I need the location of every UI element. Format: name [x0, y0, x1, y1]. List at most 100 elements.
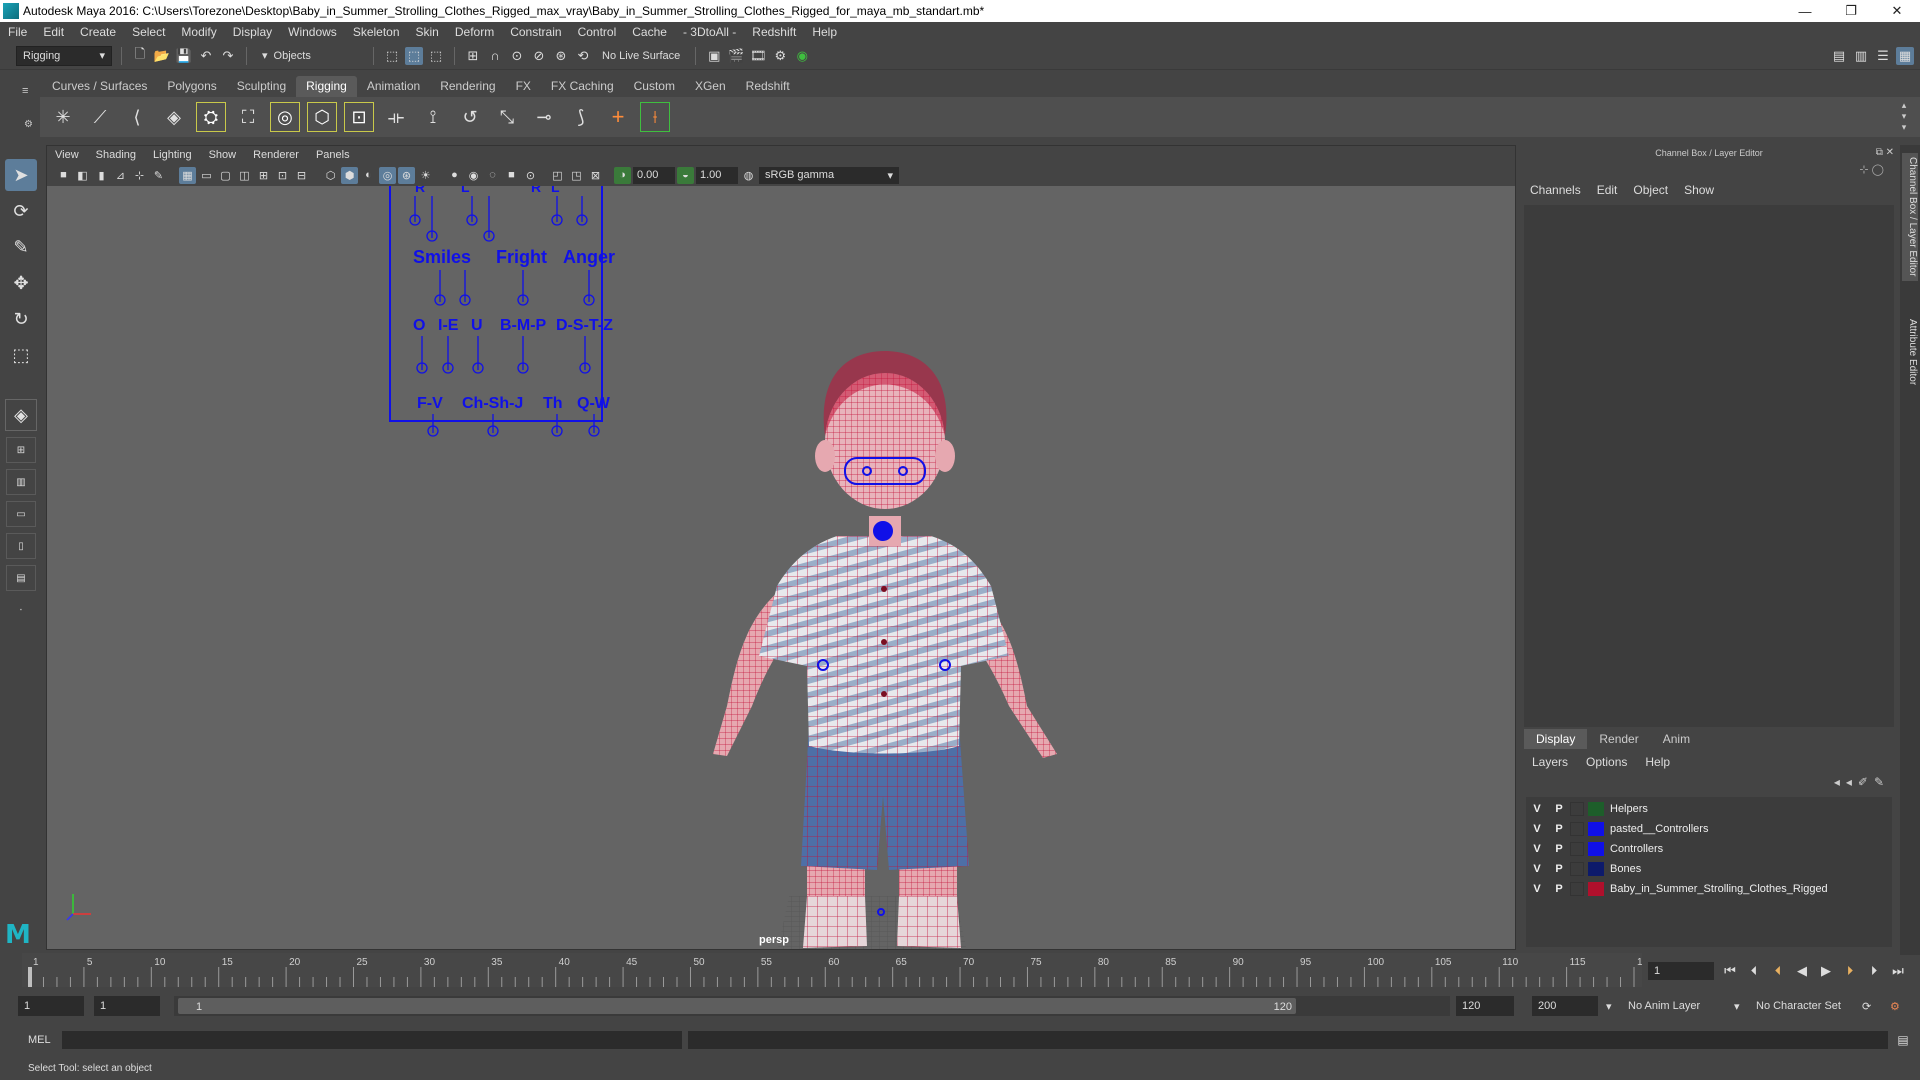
range-slider-handle[interactable]: 1 120 — [178, 998, 1296, 1014]
layer-menu-help[interactable]: Help — [1645, 755, 1670, 769]
menu-help[interactable]: Help — [812, 25, 837, 39]
shelf-tab-fx-caching[interactable]: FX Caching — [541, 76, 624, 97]
color-management-icon[interactable]: ◍ — [740, 167, 757, 184]
lasso-tool-icon[interactable]: ⟳ — [5, 195, 37, 227]
shelf-tab-custom[interactable]: Custom — [624, 76, 685, 97]
layer-color-swatch[interactable] — [1588, 822, 1604, 836]
shelf-tab-rendering[interactable]: Rendering — [430, 76, 505, 97]
snap-to-view-plane-icon[interactable]: ⊘ — [530, 47, 548, 65]
menu-cache[interactable]: Cache — [632, 25, 667, 39]
mel-command-input[interactable] — [62, 1031, 682, 1049]
range-slider[interactable]: 1 120 — [174, 996, 1450, 1016]
layer-display-type-toggle[interactable] — [1570, 802, 1584, 816]
step-forward-frame-icon[interactable]: ⏵ — [1840, 962, 1860, 980]
layer-visibility-toggle[interactable]: V — [1526, 863, 1548, 875]
pole-vector-constraint-icon[interactable]: ⟆ — [566, 102, 596, 132]
hypershade-icon[interactable]: ◉ — [793, 47, 811, 65]
layer-row[interactable]: V Ppasted__Controllers — [1526, 819, 1892, 839]
grid-icon[interactable]: ▦ — [179, 166, 196, 184]
safe-action-icon[interactable]: ⊡ — [274, 167, 291, 184]
playback-end-field[interactable]: 120 — [1456, 996, 1514, 1016]
layer-tab-anim[interactable]: Anim — [1651, 729, 1702, 749]
shelf-tab-fx[interactable]: FX — [506, 76, 541, 97]
layer-playback-toggle[interactable]: P — [1548, 823, 1570, 835]
redo-icon[interactable]: ↷ — [219, 47, 237, 65]
animation-start-field[interactable]: 1 — [18, 996, 84, 1016]
select-camera-icon[interactable]: ■ — [55, 167, 72, 184]
custom-layout-icon[interactable]: ⋅ — [6, 597, 36, 623]
select-by-object-type-icon[interactable]: ⬚ — [405, 46, 423, 65]
gate-mask-icon[interactable]: ◫ — [236, 167, 253, 184]
channel-box-menu-show[interactable]: Show — [1684, 183, 1714, 197]
paint-weights-icon[interactable]: ⊡ — [344, 102, 374, 132]
exposure-icon[interactable]: ◑ — [614, 166, 631, 184]
play-forwards-icon[interactable]: ▶ — [1816, 962, 1836, 980]
menu-display[interactable]: Display — [233, 25, 272, 39]
side-tab-channel-box[interactable]: Channel Box / Layer Editor — [1902, 153, 1918, 281]
shadows-icon[interactable]: ● — [446, 167, 463, 184]
paint-select-tool-icon[interactable]: ✎ — [5, 231, 37, 263]
face-sliders-row1[interactable] — [434, 270, 595, 306]
channel-box-menu-edit[interactable]: Edit — [1597, 183, 1618, 197]
new-scene-icon[interactable]: 🗋 — [131, 46, 149, 65]
layer-row[interactable]: V P Bones — [1526, 859, 1892, 879]
layer-tab-display[interactable]: Display — [1524, 729, 1588, 749]
animation-end-field[interactable]: 200 — [1532, 996, 1598, 1016]
current-time-indicator[interactable] — [28, 967, 32, 987]
persp-graph-layout-icon[interactable]: ▭ — [6, 501, 36, 527]
shelf-tab-xgen[interactable]: XGen — [685, 76, 736, 97]
shelf-settings-icon[interactable]: ⚙ — [24, 119, 33, 130]
save-scene-icon[interactable]: 💾 — [175, 47, 193, 65]
layer-color-swatch[interactable] — [1588, 802, 1604, 816]
layer-playback-toggle[interactable]: P — [1548, 863, 1570, 875]
chest-control[interactable] — [873, 521, 893, 541]
interactive-bind-icon[interactable]: ⬡ — [307, 102, 337, 132]
use-all-lights-icon[interactable]: ☀ — [417, 167, 434, 184]
layer-color-swatch[interactable] — [1588, 842, 1604, 856]
menu-modify[interactable]: Modify — [181, 25, 216, 39]
baby-character-model[interactable] — [713, 351, 1057, 948]
smooth-shade-icon[interactable]: ⬢ — [341, 166, 358, 184]
current-frame-field[interactable]: 1 — [1648, 962, 1714, 980]
channel-box-toggle-icon[interactable]: ▦ — [1896, 46, 1914, 65]
layer-display-type-toggle[interactable] — [1570, 882, 1584, 896]
shelf-tab-redshift[interactable]: Redshift — [736, 76, 800, 97]
viewport-menu-panels[interactable]: Panels — [316, 149, 350, 161]
select-by-hierarchy-icon[interactable]: ⬚ — [383, 47, 401, 65]
shelf-tab-sculpting[interactable]: Sculpting — [227, 76, 296, 97]
locator-icon[interactable]: + — [603, 102, 633, 132]
snap-to-point-icon[interactable]: ⊙ — [508, 47, 526, 65]
menu-select[interactable]: Select — [132, 25, 165, 39]
menu-skeleton[interactable]: Skeleton — [353, 25, 400, 39]
move-layer-up-icon[interactable]: ◂ — [1834, 775, 1840, 795]
face-sliders-row0[interactable] — [409, 196, 588, 242]
auto-key-icon[interactable]: ⟳ — [1862, 996, 1871, 1016]
script-editor-icon[interactable]: ▤ — [1894, 1031, 1912, 1049]
layer-display-type-toggle[interactable] — [1570, 822, 1584, 836]
step-back-key-icon[interactable]: ⏴ — [1744, 962, 1764, 980]
snap-to-curve-icon[interactable]: ∩ — [486, 47, 504, 65]
ik-handle-icon[interactable]: ⟋ — [85, 102, 115, 132]
go-to-start-icon[interactable]: ⏮ — [1720, 962, 1740, 980]
select-mode-dropdown[interactable]: ▾ Objects — [256, 45, 364, 66]
quick-rig-icon[interactable]: ⛶ — [233, 102, 263, 132]
viewport-menu-lighting[interactable]: Lighting — [153, 149, 192, 161]
channel-box-menu-channels[interactable]: Channels — [1530, 183, 1581, 197]
shelf-tab-animation[interactable]: Animation — [357, 76, 430, 97]
scale-tool-icon[interactable]: ⬚ — [5, 339, 37, 371]
create-empty-layer-icon[interactable]: ✐ — [1858, 775, 1868, 795]
rotate-tool-icon[interactable]: ↻ — [5, 303, 37, 335]
undo-icon[interactable]: ↶ — [197, 47, 215, 65]
menu-skin[interactable]: Skin — [416, 25, 439, 39]
select-by-component-icon[interactable]: ⬚ — [427, 47, 445, 65]
move-layer-down-icon[interactable]: ◂ — [1846, 775, 1852, 795]
wireframe-on-shaded-icon[interactable]: ◎ — [379, 166, 396, 184]
textured-icon[interactable]: ⊛ — [398, 166, 415, 184]
restore-button[interactable]: ❐ — [1828, 0, 1874, 22]
go-to-end-icon[interactable]: ⏭ — [1888, 962, 1908, 980]
viewport-panel[interactable]: View Shading Lighting Show Renderer Pane… — [46, 145, 1516, 950]
create-layer-from-selected-icon[interactable]: ✎ — [1874, 775, 1884, 795]
menu-redshift[interactable]: Redshift — [752, 25, 796, 39]
tool-settings-toggle-icon[interactable]: ☰ — [1874, 47, 1892, 65]
snap-together-icon[interactable]: ⟲ — [574, 47, 592, 65]
